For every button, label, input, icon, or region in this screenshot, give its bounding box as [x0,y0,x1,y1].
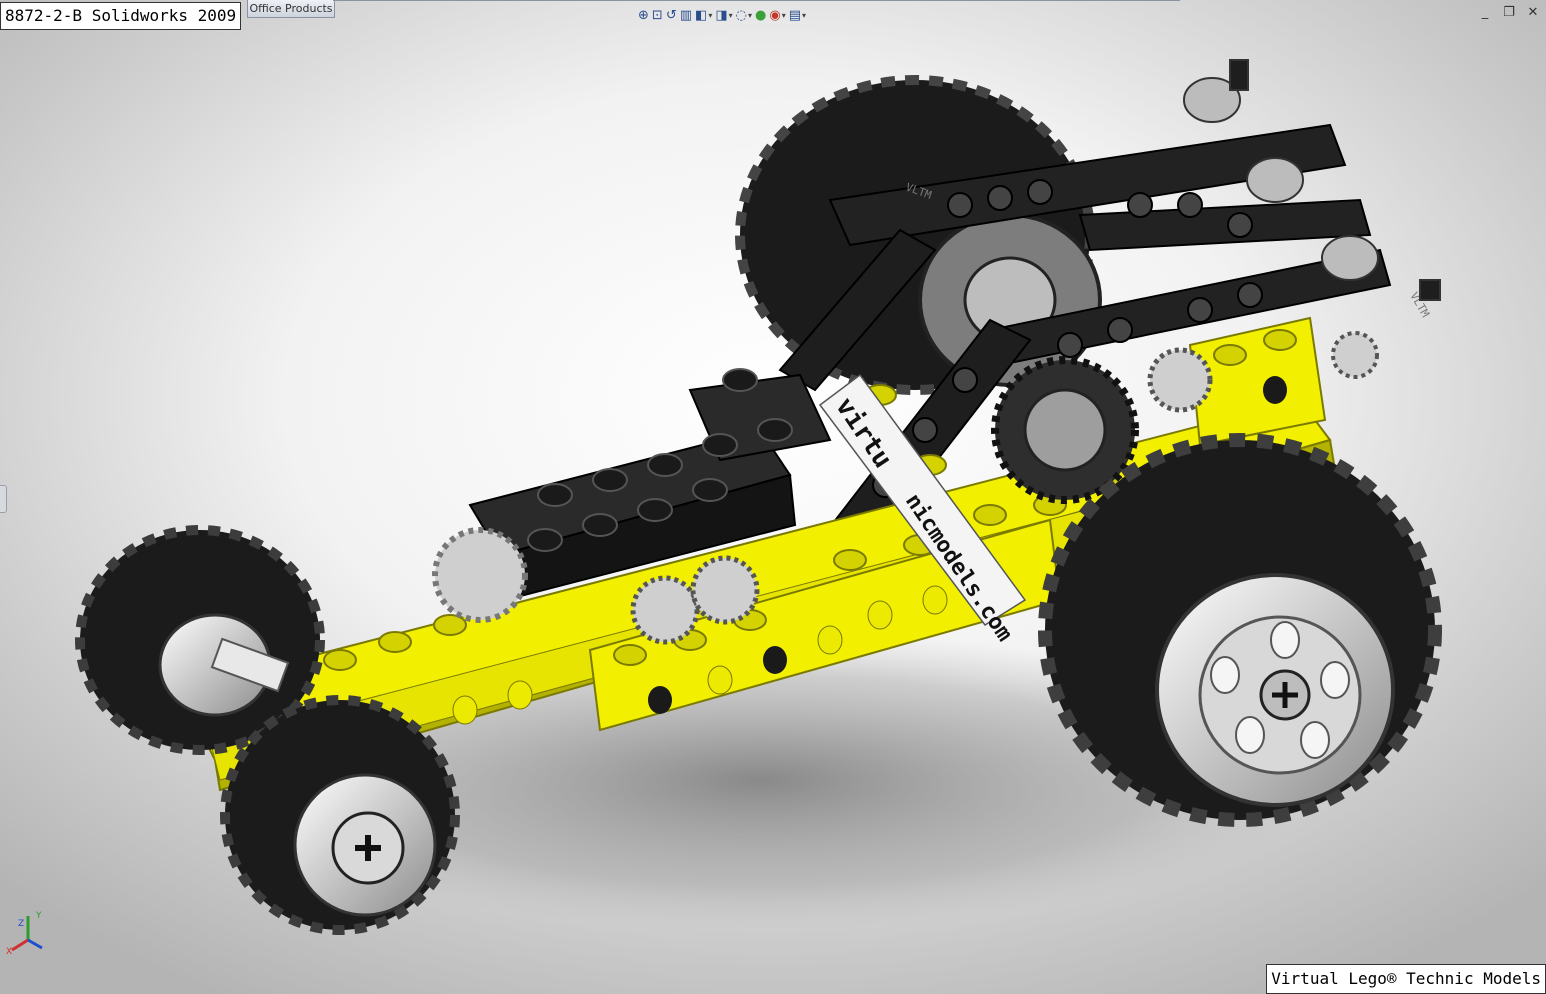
previous-view-button[interactable]: ↺ [666,6,677,24]
minimize-button[interactable]: _ [1478,6,1492,20]
edit-appearance-icon: ● [755,7,767,23]
triad-y-label: Y [35,911,42,921]
zoom-to-fit-icon: ⊕ [638,7,649,23]
section-view-icon: ▥ [679,7,693,23]
dropdown-arrow-icon: ▾ [728,10,733,20]
section-view-button[interactable]: ▥ [680,6,692,24]
dropdown-arrow-icon: ▾ [747,10,752,20]
dropdown-arrow-icon: ▾ [781,10,786,20]
lego-buggy-model[interactable]: VLTM VLTM virtu nicmodels.com [0,0,1546,994]
triad-z-label: Z [18,919,24,929]
dropdown-arrow-icon: ▾ [802,10,807,20]
triad-x-label: X [6,947,12,954]
window-title: 8872-2-B Solidworks 2009 [0,2,242,30]
hide-show-items-button[interactable]: ◌ ▾ [736,6,752,24]
view-orientation-button[interactable]: ◧ ▾ [695,6,712,24]
view-settings-icon: ▤ [788,7,801,23]
view-settings-button[interactable]: ▤ ▾ [789,6,806,24]
display-style-icon: ◨ [715,7,728,23]
top-divider [333,0,1180,1]
front-wheel-near [220,695,460,935]
view-orientation-icon: ◧ [695,7,708,23]
triad-x-axis [11,938,29,952]
office-products-tab[interactable]: Office Products [247,0,335,18]
close-button[interactable]: ✕ [1526,6,1540,20]
triad-z-axis [27,938,43,950]
edit-appearance-button[interactable]: ● [755,6,766,24]
dropdown-arrow-icon: ▾ [708,10,713,20]
graphics-area[interactable]: VLTM VLTM virtu nicmodels.com 8872-2-B S… [0,0,1546,994]
watermark-label: Virtual Lego® Technic Models [1266,964,1546,994]
apply-scene-icon: ◉ [769,7,781,23]
apply-scene-button[interactable]: ◉ ▾ [769,6,785,24]
restore-button[interactable]: ❐ [1502,6,1516,20]
feature-manager-collapse-handle[interactable] [0,485,7,513]
rear-wheel-near [1038,433,1442,827]
window-controls: _ ❐ ✕ [1478,6,1540,20]
reference-triad: Y Z X [6,911,43,954]
display-style-button[interactable]: ◨ ▾ [715,6,732,24]
zoom-to-fit-button[interactable]: ⊕ [638,6,649,24]
zoom-to-area-icon: ⊡ [651,7,663,23]
previous-view-icon: ↺ [665,7,677,23]
zoom-to-area-button[interactable]: ⊡ [652,6,663,24]
hide-show-items-icon: ◌ [735,7,747,23]
heads-up-view-toolbar: ⊕ ⊡ ↺ ▥ ◧ ▾ ◨ ▾ ◌ ▾ ● ◉ ▾ ▤ ▾ [638,5,806,25]
